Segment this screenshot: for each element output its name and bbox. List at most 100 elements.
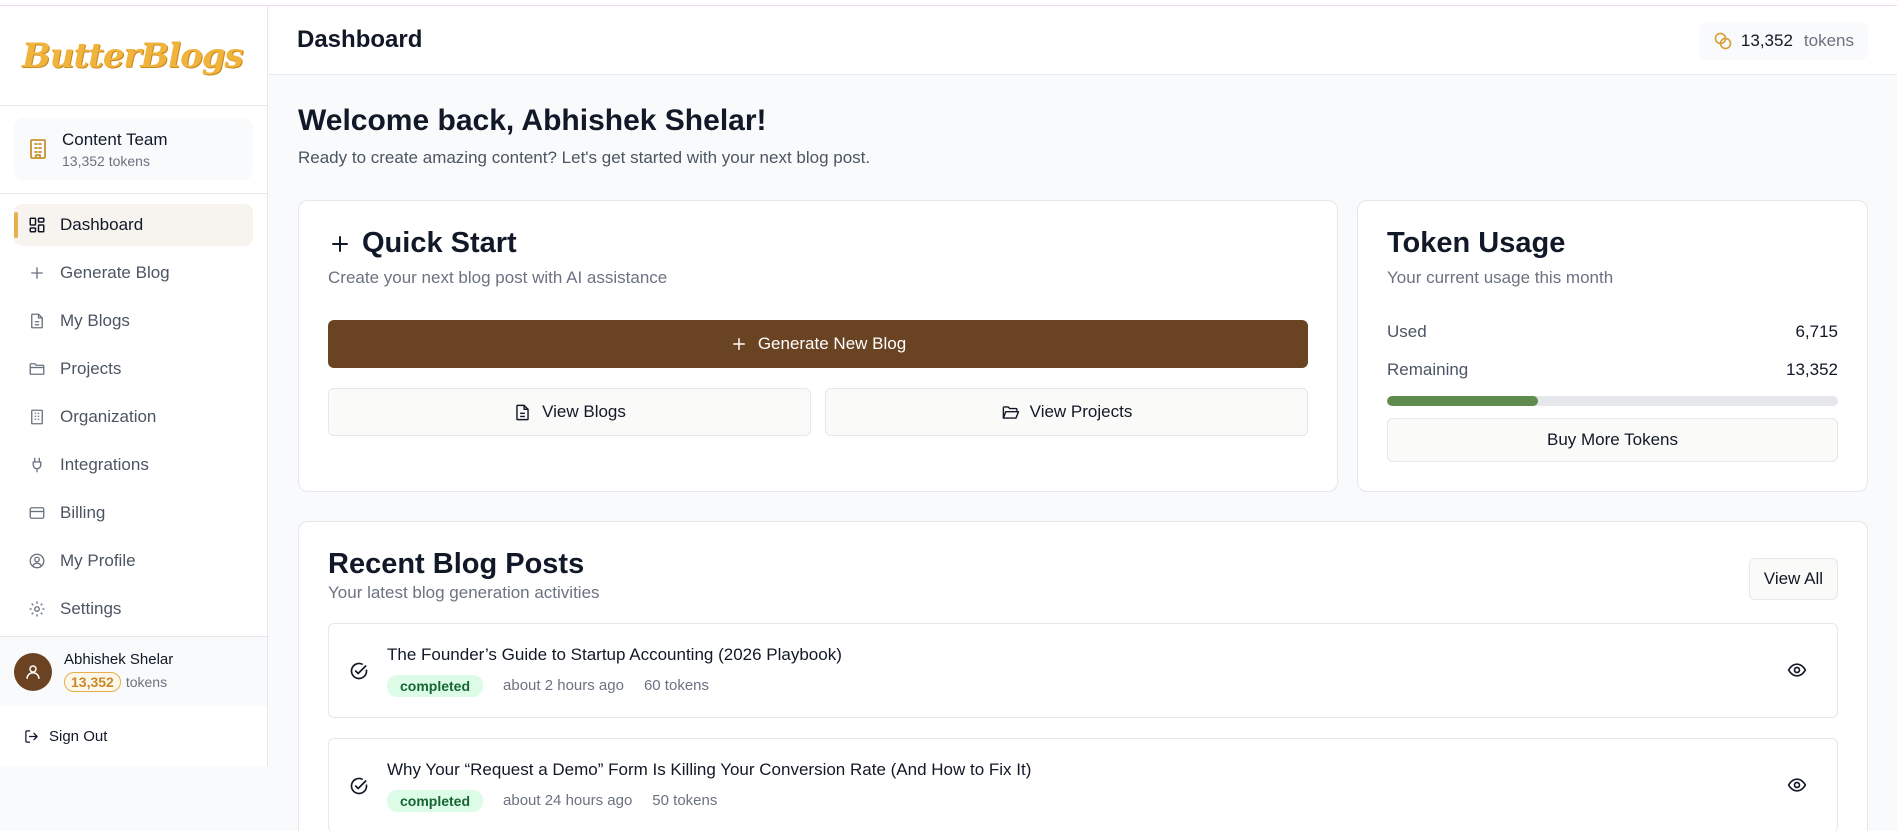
team-name: Content Team bbox=[62, 129, 168, 149]
avatar bbox=[14, 652, 52, 691]
logout-icon bbox=[25, 729, 38, 743]
token-usage-title: Token Usage bbox=[1387, 227, 1566, 259]
eye-icon[interactable] bbox=[1787, 775, 1807, 795]
eye-icon[interactable] bbox=[1787, 660, 1807, 680]
sidebar-item-label: Projects bbox=[60, 359, 122, 378]
sidebar-item-my-blogs[interactable]: My Blogs bbox=[14, 300, 253, 342]
token-usage-subtitle: Your current usage this month bbox=[1387, 268, 1614, 287]
team-section: Content Team 13,352 tokens bbox=[0, 106, 267, 194]
view-blogs-button[interactable]: View Blogs bbox=[328, 388, 811, 436]
top-header: Dashboard 13,352 tokens bbox=[269, 6, 1897, 75]
generate-new-blog-label: Generate New Blog bbox=[757, 334, 907, 353]
token-balance-value: 13,352 bbox=[1740, 31, 1793, 50]
credit-card-icon bbox=[29, 507, 45, 519]
post-meta: completed about 24 hours ago 50 tokens bbox=[387, 789, 1031, 812]
view-projects-label: View Projects bbox=[1029, 402, 1133, 421]
sidebar-item-billing[interactable]: Billing bbox=[14, 492, 253, 534]
user-tokens-unit: tokens bbox=[125, 674, 168, 690]
team-switcher[interactable]: Content Team 13,352 tokens bbox=[14, 118, 253, 180]
quick-start-card: Quick Start Create your next blog post w… bbox=[298, 200, 1338, 492]
post-title: The Founder’s Guide to Startup Accountin… bbox=[387, 644, 842, 664]
sidebar-item-integrations[interactable]: Integrations bbox=[14, 444, 253, 486]
check-circle-icon bbox=[350, 662, 368, 679]
sidebar: ButterBlogs Content Team 13,352 tokens D… bbox=[0, 6, 268, 766]
post-meta: completed about 2 hours ago 60 tokens bbox=[387, 674, 842, 697]
token-balance-unit: tokens bbox=[1803, 31, 1854, 50]
user-circle-icon bbox=[29, 553, 45, 569]
welcome-title: Welcome back, Abhishek Shelar! bbox=[298, 104, 767, 137]
token-usage-card: Token Usage Your current usage this mont… bbox=[1357, 200, 1868, 492]
list-item[interactable]: Why Your “Request a Demo” Form Is Killin… bbox=[328, 738, 1838, 831]
token-used-value: 6,715 bbox=[1795, 322, 1838, 341]
token-used-row: Used 6,715 bbox=[1387, 322, 1838, 342]
sidebar-item-label: Dashboard bbox=[60, 215, 144, 234]
document-icon bbox=[31, 313, 43, 329]
coins-icon bbox=[1714, 32, 1732, 50]
buy-more-tokens-button[interactable]: Buy More Tokens bbox=[1387, 418, 1838, 462]
sidebar-item-organization[interactable]: Organization bbox=[14, 396, 253, 438]
folder-open-icon bbox=[1002, 405, 1019, 419]
sidebar-item-settings[interactable]: Settings bbox=[14, 588, 253, 630]
list-item[interactable]: The Founder’s Guide to Startup Accountin… bbox=[328, 623, 1838, 718]
quick-start-title-text: Quick Start bbox=[362, 227, 517, 259]
token-remaining-label: Remaining bbox=[1387, 360, 1469, 379]
team-tokens: 13,352 tokens bbox=[62, 152, 150, 169]
post-time: about 24 hours ago bbox=[503, 792, 633, 809]
token-usage-progress-fill bbox=[1387, 396, 1539, 406]
logo-text: ButterBlogs bbox=[22, 35, 244, 76]
post-title: Why Your “Request a Demo” Form Is Killin… bbox=[387, 759, 1032, 779]
quick-start-title: Quick Start bbox=[328, 227, 1308, 260]
post-tokens: 50 tokens bbox=[652, 792, 718, 809]
sidebar-item-label: Organization bbox=[60, 407, 157, 426]
generate-new-blog-button[interactable]: Generate New Blog bbox=[328, 320, 1308, 368]
recent-blog-posts-card: Recent Blog Posts Your latest blog gener… bbox=[298, 521, 1868, 831]
sidebar-nav: Dashboard Generate Blog My Blogs Project… bbox=[0, 194, 267, 630]
quick-start-secondary-actions: View Blogs View Projects bbox=[328, 388, 1308, 436]
building-icon bbox=[30, 139, 46, 159]
sidebar-item-label: Integrations bbox=[60, 455, 149, 474]
user-name: Abhishek Shelar bbox=[64, 651, 174, 668]
view-blogs-label: View Blogs bbox=[542, 402, 626, 421]
token-balance-chip[interactable]: 13,352 tokens bbox=[1698, 22, 1868, 60]
status-badge: completed bbox=[387, 789, 484, 812]
view-all-button[interactable]: View All bbox=[1748, 558, 1838, 600]
post-time: about 2 hours ago bbox=[503, 677, 624, 694]
user-icon bbox=[26, 664, 40, 679]
page-title: Dashboard bbox=[297, 26, 423, 53]
token-usage-progress bbox=[1387, 396, 1838, 406]
token-used-label: Used bbox=[1387, 322, 1427, 341]
recent-header: Recent Blog Posts Your latest blog gener… bbox=[328, 548, 1838, 603]
check-circle-icon bbox=[350, 777, 368, 794]
user-tokens-badge: 13,352 bbox=[64, 672, 121, 692]
building-icon bbox=[31, 409, 43, 425]
sidebar-item-dashboard[interactable]: Dashboard bbox=[14, 204, 253, 246]
sidebar-item-generate-blog[interactable]: Generate Blog bbox=[14, 252, 253, 294]
view-projects-button[interactable]: View Projects bbox=[825, 388, 1308, 436]
token-remaining-value: 13,352 bbox=[1786, 360, 1838, 379]
sidebar-item-label: My Blogs bbox=[60, 311, 130, 330]
plus-icon bbox=[332, 235, 348, 252]
recent-title: Recent Blog Posts bbox=[328, 548, 585, 580]
post-tokens: 60 tokens bbox=[643, 677, 709, 694]
document-icon bbox=[516, 404, 529, 420]
plug-icon bbox=[32, 457, 42, 473]
logo[interactable]: ButterBlogs bbox=[0, 6, 267, 106]
sidebar-item-label: Settings bbox=[60, 599, 122, 618]
sidebar-item-label: My Profile bbox=[60, 551, 136, 570]
welcome-subtitle: Ready to create amazing content? Let's g… bbox=[298, 148, 871, 167]
sidebar-item-projects[interactable]: Projects bbox=[14, 348, 253, 390]
user-profile-block[interactable]: Abhishek Shelar 13,352 tokens bbox=[0, 636, 267, 706]
sidebar-item-label: Billing bbox=[60, 503, 106, 522]
quick-start-subtitle: Create your next blog post with AI assis… bbox=[328, 268, 668, 287]
welcome-section: Welcome back, Abhishek Shelar! Ready to … bbox=[298, 104, 870, 168]
sign-out-label: Sign Out bbox=[49, 727, 108, 745]
recent-subtitle: Your latest blog generation activities bbox=[328, 583, 600, 602]
plus-icon bbox=[31, 267, 43, 279]
token-remaining-row: Remaining 13,352 bbox=[1387, 360, 1838, 380]
gear-icon bbox=[29, 601, 45, 617]
sign-out-button[interactable]: Sign Out bbox=[0, 706, 267, 766]
status-badge: completed bbox=[387, 674, 484, 697]
sidebar-item-label: Generate Blog bbox=[60, 263, 170, 282]
dashboard-icon bbox=[29, 217, 45, 233]
sidebar-item-my-profile[interactable]: My Profile bbox=[14, 540, 253, 582]
